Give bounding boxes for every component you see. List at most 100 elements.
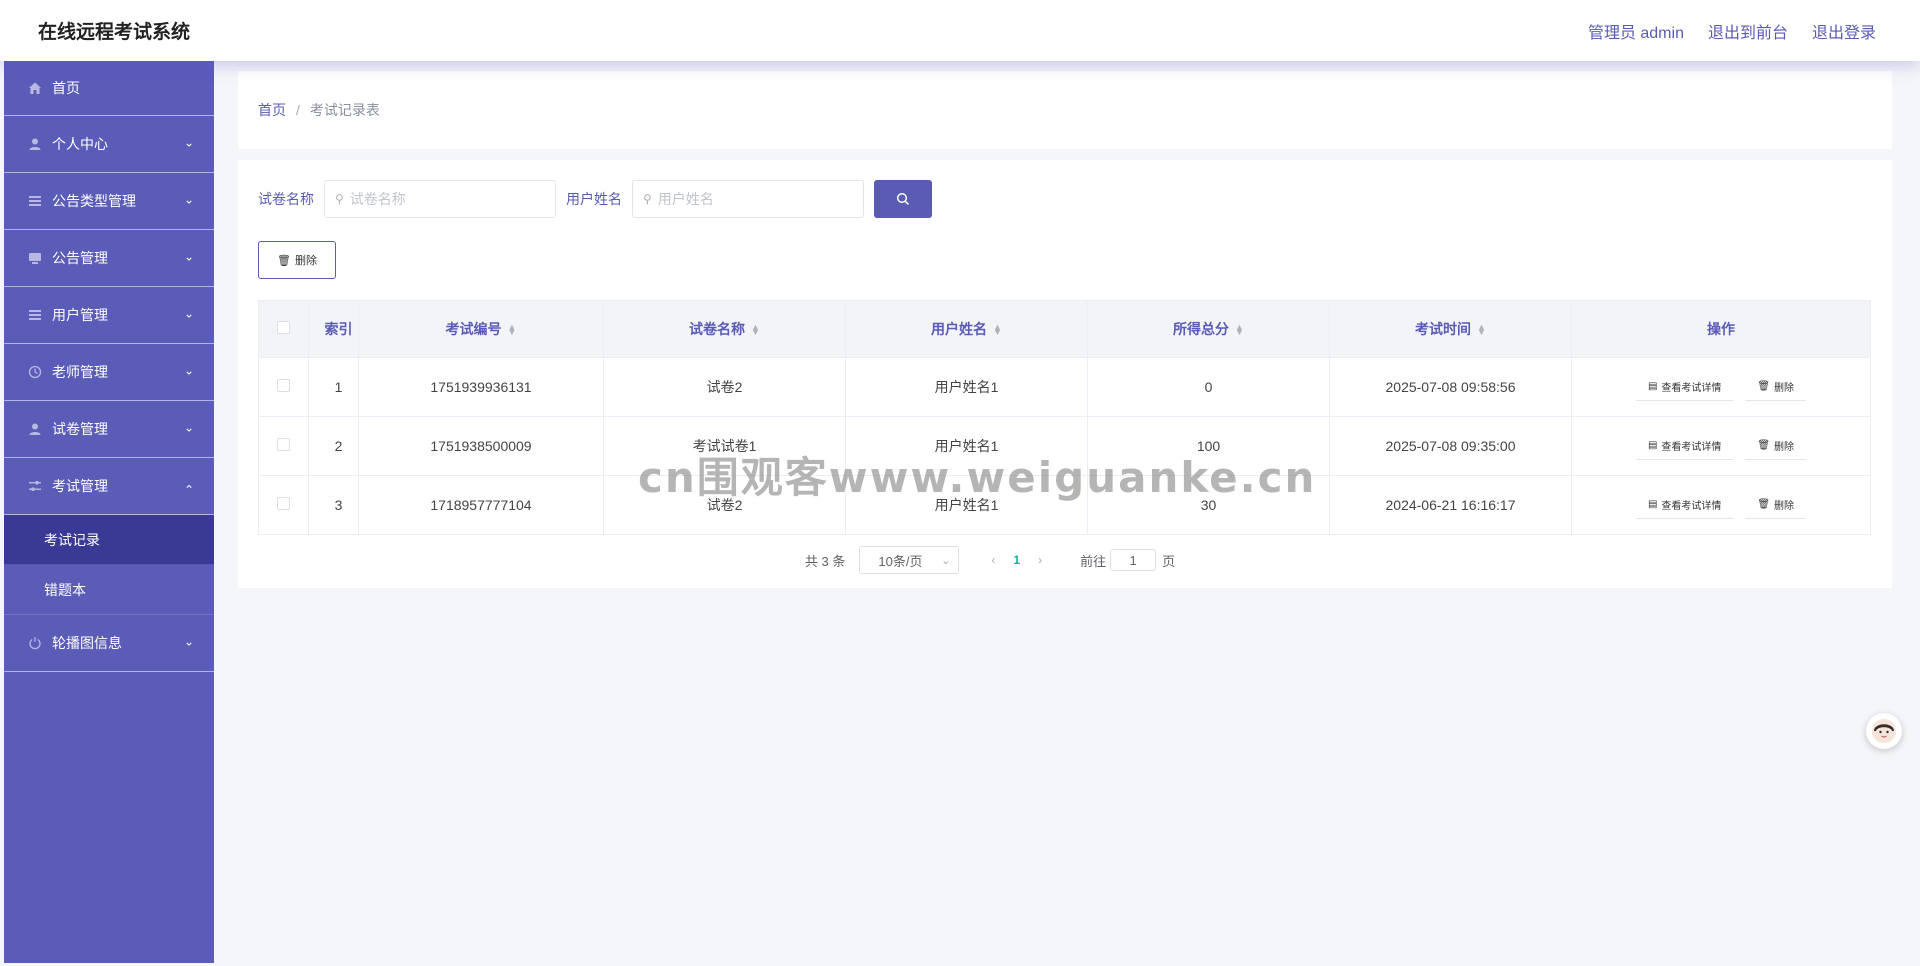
sidebar-item-label: 轮播图信息: [52, 635, 122, 651]
sidebar-item-label: 试卷管理: [52, 421, 108, 437]
row-checkbox[interactable]: [277, 379, 290, 392]
logout-link[interactable]: 退出登录: [1812, 19, 1876, 43]
trash-icon: 🗑: [1757, 381, 1771, 392]
row-delete-label: 删除: [1774, 442, 1795, 453]
header-user-label: 用户姓名: [931, 321, 988, 337]
sidebar-item-label: 考试管理: [52, 478, 108, 494]
header-score[interactable]: 所得总分 ▲ ▼: [1087, 300, 1330, 358]
paper-name-input[interactable]: ⚲ 试卷名称: [324, 180, 556, 218]
header-exam-no-label: 考试编号: [445, 321, 502, 337]
row-checkbox[interactable]: [277, 438, 290, 451]
row-delete-button[interactable]: 🗑 删除: [1745, 491, 1807, 519]
chevron-down-icon: ⌄: [183, 363, 194, 378]
row-select-cell[interactable]: [258, 357, 309, 417]
user-name-input[interactable]: ⚲ 用户姓名: [632, 180, 864, 218]
page-size-value: 10条/页: [878, 553, 923, 569]
cell-time: 2025-07-08 09:58:56: [1329, 357, 1572, 417]
sidebar-item-notice-type[interactable]: 公告类型管理 ⌄: [4, 173, 214, 230]
sort-icon[interactable]: ▲ ▼: [508, 323, 517, 337]
document-icon: ▤: [1647, 381, 1658, 392]
row-select-cell[interactable]: [258, 416, 309, 476]
select-all-checkbox[interactable]: [277, 321, 290, 334]
header-index: 索引: [308, 300, 359, 358]
next-page-icon[interactable]: ›: [1038, 553, 1042, 567]
row-checkbox[interactable]: [277, 497, 290, 510]
batch-delete-button[interactable]: 🗑 删除: [258, 241, 336, 279]
cell-time: 2025-07-08 09:35:00: [1329, 416, 1572, 476]
assistant-avatar[interactable]: [1866, 713, 1902, 749]
sidebar: 首页 个人中心 ⌄ 公告类型管理 ⌄ 公告管理 ⌄ 用户管理 ⌄ 老师管理 ⌄: [4, 61, 214, 963]
paper-name-label: 试卷名称: [258, 191, 314, 207]
sidebar-item-label: 个人中心: [52, 136, 108, 152]
chevron-down-icon: ⌄: [941, 554, 951, 567]
chevron-down-icon: ⌄: [183, 192, 194, 207]
settings-sliders-icon: [28, 479, 42, 493]
admin-link[interactable]: 管理员 admin: [1588, 19, 1684, 43]
view-detail-button[interactable]: ▤ 查看考试详情: [1635, 373, 1734, 401]
document-icon: ▤: [1647, 440, 1658, 451]
clock-icon: [28, 365, 42, 379]
table-row: 1 1751939936131 试卷2 用户姓名1 0 2025-07-08 0…: [258, 357, 1871, 417]
search-button[interactable]: [874, 180, 932, 218]
chevron-down-icon: ⌄: [183, 135, 194, 150]
sidebar-subitem-wrong-questions[interactable]: 错题本: [4, 565, 214, 615]
user-icon: [28, 137, 42, 151]
sort-icon[interactable]: ▲ ▼: [1477, 323, 1486, 337]
sidebar-item-home[interactable]: 首页: [4, 61, 214, 116]
header-paper[interactable]: 试卷名称 ▲ ▼: [603, 300, 846, 358]
row-delete-button[interactable]: 🗑 删除: [1745, 432, 1807, 460]
goto-page-input[interactable]: 1: [1110, 549, 1157, 571]
page-size-select[interactable]: 10条/页 ⌄: [859, 546, 960, 574]
sidebar-item-papers[interactable]: 试卷管理 ⌄: [4, 401, 214, 458]
sidebar-item-users[interactable]: 用户管理 ⌄: [4, 287, 214, 344]
row-delete-button[interactable]: 🗑 删除: [1745, 373, 1807, 401]
view-detail-label: 查看考试详情: [1661, 442, 1722, 453]
paper-name-placeholder: 试卷名称: [349, 191, 406, 207]
sidebar-item-notice[interactable]: 公告管理 ⌄: [4, 230, 214, 287]
cell-user: 用户姓名1: [845, 357, 1088, 417]
watermark: cn围观客www.weiguanke.cn: [638, 453, 1317, 502]
sidebar-item-label: 老师管理: [52, 364, 108, 380]
view-detail-button[interactable]: ▤ 查看考试详情: [1635, 432, 1734, 460]
header-actions: 操作: [1571, 300, 1871, 358]
avatar-icon: [1872, 719, 1896, 743]
cell-score: 0: [1087, 357, 1330, 417]
cell-actions: ▤ 查看考试详情 🗑 删除: [1571, 475, 1871, 535]
app-title: 在线远程考试系统: [38, 22, 191, 43]
search-icon: ⚲: [643, 192, 652, 206]
chevron-down-icon: ⌄: [183, 420, 194, 435]
header-time[interactable]: 考试时间 ▲ ▼: [1329, 300, 1572, 358]
header-links: 管理员 admin 退出到前台 退出登录: [1588, 19, 1876, 43]
chevron-down-icon: ⌄: [183, 634, 194, 649]
search-icon: ⚲: [335, 192, 344, 206]
cell-exam-no: 1751939936131: [358, 357, 604, 417]
prev-page-icon[interactable]: ‹: [991, 553, 995, 567]
sidebar-subitem-exam-records[interactable]: 考试记录: [4, 515, 214, 565]
sort-icon[interactable]: ▲ ▼: [993, 323, 1002, 337]
home-icon: [28, 81, 42, 95]
exit-to-front-link[interactable]: 退出到前台: [1708, 19, 1788, 43]
row-select-cell[interactable]: [258, 475, 309, 535]
list-icon: [28, 194, 42, 208]
sidebar-item-carousel[interactable]: 轮播图信息 ⌄: [4, 615, 214, 672]
sidebar-item-teachers[interactable]: 老师管理 ⌄: [4, 344, 214, 401]
sidebar-item-label: 用户管理: [52, 307, 108, 323]
view-detail-button[interactable]: ▤ 查看考试详情: [1635, 491, 1734, 519]
breadcrumb-current: 考试记录表: [309, 102, 380, 118]
breadcrumb: 首页 / 考试记录表: [238, 71, 1892, 149]
breadcrumb-home[interactable]: 首页: [258, 100, 286, 120]
sidebar-item-label: 首页: [52, 80, 80, 96]
cell-index: 1: [308, 357, 359, 417]
header-exam-no[interactable]: 考试编号 ▲ ▼: [358, 300, 604, 358]
sidebar-item-exams[interactable]: 考试管理 ⌄: [4, 458, 214, 515]
user-name-label: 用户姓名: [566, 191, 622, 207]
sidebar-item-personal-center[interactable]: 个人中心 ⌄: [4, 116, 214, 173]
page-suffix: 页: [1162, 553, 1176, 569]
header-score-label: 所得总分: [1173, 321, 1230, 337]
page-number-current[interactable]: 1: [1013, 553, 1020, 567]
cell-index: 3: [308, 475, 359, 535]
sort-icon[interactable]: ▲ ▼: [1235, 323, 1244, 337]
header-user[interactable]: 用户姓名 ▲ ▼: [845, 300, 1088, 358]
select-all-cell[interactable]: [258, 300, 309, 358]
sort-icon[interactable]: ▲ ▼: [751, 323, 760, 337]
